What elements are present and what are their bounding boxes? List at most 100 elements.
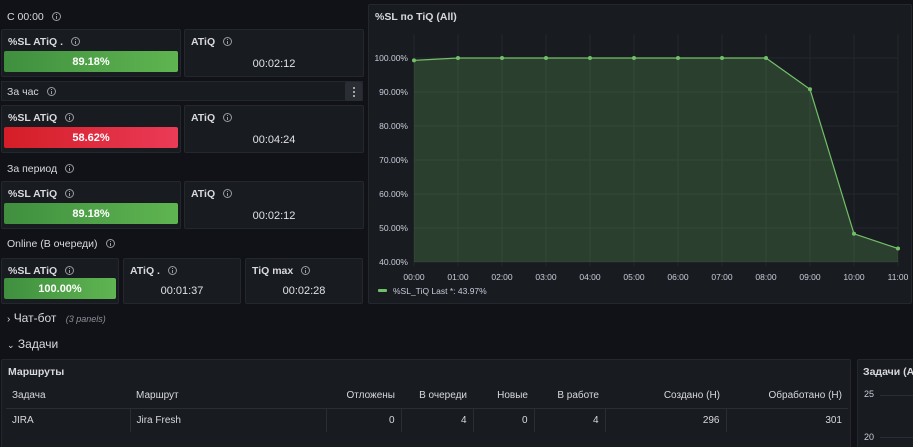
info-icon[interactable]	[65, 113, 75, 122]
x-tick-label: 03:00	[535, 272, 557, 282]
stat-panel-online-sl[interactable]: %SL ATiQ 100.00%	[1, 258, 119, 304]
row-title-period: За период	[7, 163, 75, 175]
column-header[interactable]: Отложены	[326, 384, 401, 408]
stat-value-hour-atiq: 00:04:24	[252, 134, 296, 146]
column-header[interactable]: В работе	[534, 384, 605, 408]
stat-panel-hour-sl[interactable]: %SL ATiQ 58.62%	[1, 105, 181, 153]
x-tick-label: 10:00	[843, 272, 865, 282]
data-point	[852, 231, 856, 236]
column-header[interactable]: Новые	[473, 384, 534, 408]
stat-bar-online-sl: 100.00%	[4, 278, 116, 299]
x-tick-label: 08:00	[755, 272, 777, 282]
info-icon[interactable]	[65, 189, 75, 198]
data-point	[632, 56, 636, 60]
data-point	[896, 246, 900, 251]
column-header[interactable]: Обработано (Н)	[726, 384, 848, 408]
stat-value-since-atiq: 00:02:12	[252, 58, 296, 70]
stat-panel-online-atiq[interactable]: ATiQ . 00:01:37	[123, 258, 241, 304]
routes-table: Задача Маршрут Отложены В очереди Новые …	[6, 384, 848, 432]
tasks-grid-line	[880, 395, 913, 396]
x-tick-label: 01:00	[447, 272, 469, 282]
info-icon[interactable]	[105, 239, 115, 248]
stat-bar-since-sl: 89.18%	[4, 51, 178, 72]
tasks-chart-title: Задачи (All)	[863, 366, 913, 378]
y-tick-label: 90.00%	[379, 87, 408, 97]
table-header-row: Задача Маршрут Отложены В очереди Новые …	[6, 384, 848, 408]
info-icon[interactable]	[71, 37, 81, 46]
info-icon[interactable]	[223, 37, 233, 46]
y-tick-label: 50.00%	[379, 223, 408, 233]
y-tick-label: 100.00%	[374, 53, 408, 63]
row-title-online: Online (В очереди)	[7, 238, 115, 250]
x-tick-label: 06:00	[667, 272, 689, 282]
info-icon[interactable]	[223, 113, 233, 122]
legend-label: %SL_TiQ Last *: 43.97%	[393, 286, 487, 296]
row-title-since: С 00:00	[7, 11, 61, 23]
routes-table-panel[interactable]: Маршруты Задача Маршрут Отложены В очере…	[1, 359, 851, 447]
data-point	[676, 56, 680, 60]
x-tick-label: 00:00	[403, 272, 425, 282]
info-icon[interactable]	[65, 266, 75, 275]
table-cell: 4	[533, 407, 605, 432]
x-tick-label: 02:00	[491, 272, 513, 282]
x-tick-label: 11:00	[888, 272, 909, 282]
data-point	[500, 56, 504, 60]
series-area	[414, 58, 898, 262]
column-header[interactable]: Задача	[6, 384, 130, 408]
data-point	[764, 56, 768, 60]
tasks-y-tick: 25	[864, 389, 875, 399]
x-tick-label: 05:00	[623, 272, 645, 282]
row-tasks[interactable]: ⌄ Задачи	[7, 337, 58, 351]
table-row[interactable]: JIRA Jira Fresh 0 4 0 4 296 301	[6, 407, 848, 432]
table-cell: Jira Fresh	[129, 407, 326, 432]
info-icon[interactable]	[65, 164, 75, 173]
data-point	[456, 56, 460, 60]
data-point	[544, 56, 548, 60]
stat-bar-hour-sl: 58.62%	[4, 127, 178, 148]
row-chatbot[interactable]: › Чат-бот (3 panels)	[7, 311, 106, 325]
stat-panel-period-atiq[interactable]: ATiQ 00:02:12	[184, 181, 364, 229]
y-tick-label: 40.00%	[379, 257, 408, 267]
y-tick-label: 60.00%	[379, 189, 408, 199]
info-icon[interactable]	[46, 87, 56, 96]
x-tick-label: 09:00	[799, 272, 821, 282]
tasks-chart-panel[interactable]: Задачи (All) 25 20	[857, 359, 913, 447]
x-tick-label: 04:00	[579, 272, 601, 282]
stat-panel-since-sl[interactable]: %SL ATiQ . 89.18%	[1, 29, 181, 77]
info-icon[interactable]	[51, 12, 61, 21]
stat-bar-period-sl: 89.18%	[4, 203, 178, 224]
y-tick-label: 70.00%	[379, 155, 408, 165]
column-header[interactable]: Маршрут	[130, 384, 326, 408]
data-point	[808, 87, 812, 92]
chevron-down-icon: ⌄	[7, 340, 15, 350]
chevron-right-icon: ›	[7, 314, 11, 325]
data-point	[412, 58, 416, 63]
y-tick-label: 80.00%	[379, 121, 408, 131]
column-header[interactable]: В очереди	[401, 384, 473, 408]
stat-panel-online-tiqmax[interactable]: TiQ max 00:02:28	[245, 258, 363, 304]
legend-swatch	[378, 289, 387, 292]
column-header[interactable]: Создано (Н)	[605, 384, 726, 408]
data-point	[588, 56, 592, 60]
table-cell: 296	[604, 407, 726, 432]
table-cell: 301	[725, 407, 848, 432]
kebab-menu-icon[interactable]	[345, 82, 362, 101]
tasks-y-tick: 20	[864, 432, 875, 442]
x-tick-label: 07:00	[711, 272, 733, 282]
info-icon[interactable]	[223, 189, 233, 198]
sl-tiq-chart: 100.00% 90.00% 80.00% 70.00% 60.00% 50.00% 40.…	[374, 34, 909, 296]
table-cell: 0	[325, 407, 401, 432]
routes-table-title: Маршруты	[8, 366, 65, 378]
table-cell: JIRA	[6, 407, 130, 432]
tasks-grid-line	[880, 437, 913, 438]
data-point	[720, 56, 724, 60]
stat-value-period-atiq: 00:02:12	[252, 210, 296, 222]
stat-panel-period-sl[interactable]: %SL ATiQ 89.18%	[1, 181, 181, 229]
table-cell: 4	[400, 407, 473, 432]
stat-panel-since-atiq[interactable]: ATiQ 00:02:12	[184, 29, 364, 77]
stat-panel-hour-atiq[interactable]: ATiQ 00:04:24	[184, 105, 364, 153]
table-cell: 0	[472, 407, 534, 432]
info-icon[interactable]	[167, 266, 177, 275]
info-icon[interactable]	[301, 266, 311, 275]
stat-value-online-atiq: 00:01:37	[160, 285, 204, 297]
